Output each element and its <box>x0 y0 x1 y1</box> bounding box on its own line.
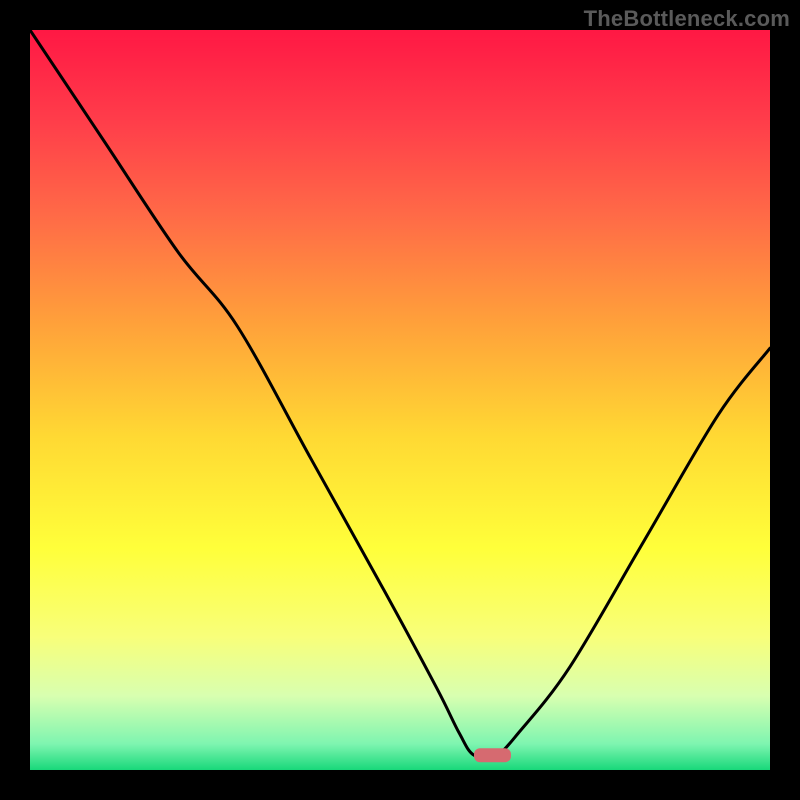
chart-svg <box>30 30 770 770</box>
chart-frame: TheBottleneck.com <box>0 0 800 800</box>
plot-area <box>30 30 770 770</box>
gradient-background <box>30 30 770 770</box>
optimal-point-marker <box>474 748 511 762</box>
watermark-text: TheBottleneck.com <box>584 6 790 32</box>
